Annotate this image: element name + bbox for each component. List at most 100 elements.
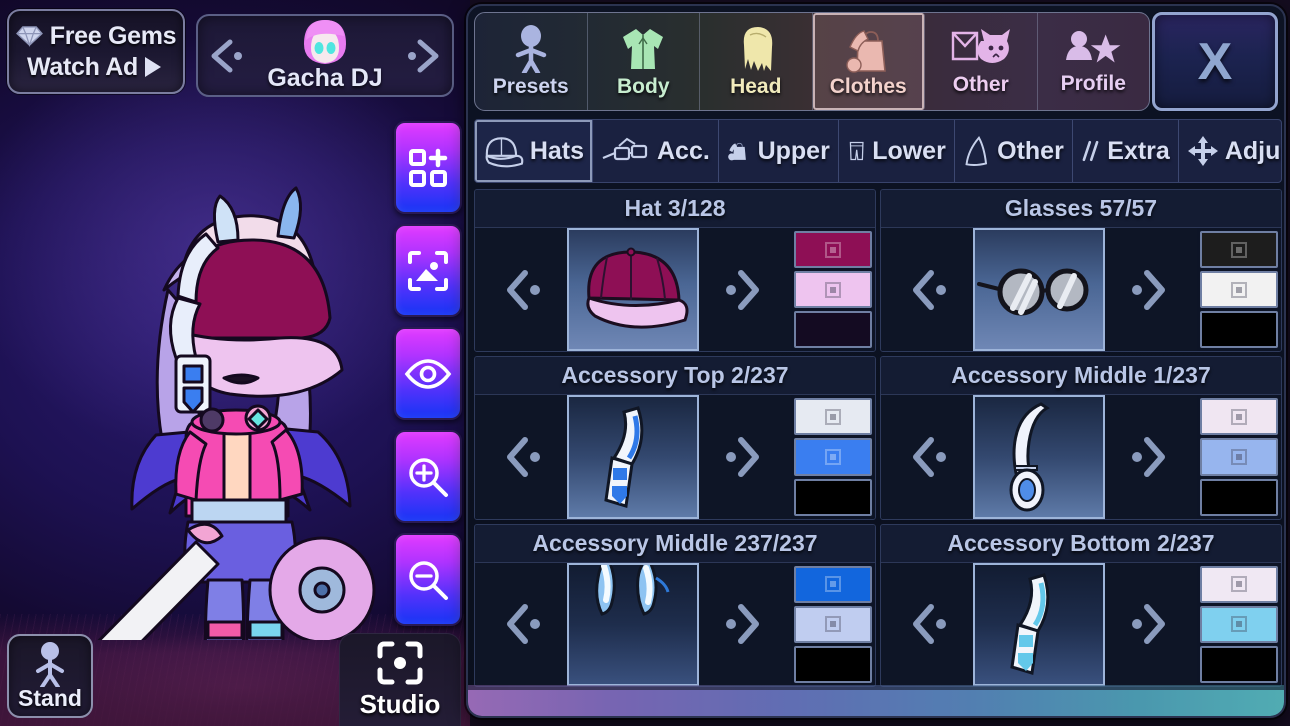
- magnifier-minus-icon: [409, 560, 448, 600]
- chevron-left-icon: [507, 436, 540, 477]
- subtab-lower[interactable]: Lower: [839, 120, 955, 182]
- item-card-title: Glasses 57/57: [1004, 195, 1158, 221]
- add-preset-button[interactable]: [394, 121, 462, 214]
- character-info[interactable]: Gacha DJ: [250, 18, 400, 93]
- figure-icon: [515, 24, 546, 73]
- color-swatch[interactable]: [1200, 271, 1278, 309]
- color-swatch[interactable]: [1200, 311, 1278, 349]
- stand-button[interactable]: Stand: [7, 634, 93, 718]
- studio-label: Studio: [359, 689, 441, 719]
- item-card-title: Accessory Middle 237/237: [532, 529, 818, 556]
- subtab-other[interactable]: Other: [955, 120, 1073, 182]
- color-swatch[interactable]: [1200, 645, 1278, 683]
- subtab-acc[interactable]: Acc.: [593, 120, 719, 182]
- item-preview[interactable]: [567, 395, 699, 519]
- chevron-left-icon: [913, 604, 946, 645]
- subtab-upper[interactable]: Upper: [719, 120, 839, 182]
- free-gems-button[interactable]: Free Gems Watch Ad: [7, 9, 185, 94]
- color-swatch[interactable]: [794, 605, 872, 643]
- next-item-button[interactable]: [699, 395, 791, 519]
- prev-item-button[interactable]: [475, 395, 567, 519]
- color-swatch[interactable]: [1200, 565, 1278, 603]
- color-swatch-column: [791, 228, 875, 352]
- preview-button[interactable]: [394, 327, 462, 420]
- color-swatch[interactable]: [794, 478, 872, 516]
- subtab-extra-label: Extra: [1107, 136, 1170, 165]
- background-button[interactable]: [394, 224, 462, 317]
- color-swatch[interactable]: [794, 311, 872, 349]
- prev-item-button[interactable]: [881, 228, 973, 352]
- close-button[interactable]: X: [1152, 12, 1278, 111]
- tab-clothes[interactable]: Clothes: [812, 13, 925, 110]
- tab-head-label: Head: [730, 74, 782, 98]
- card-title-bar: Accessory Middle 237/237: [475, 524, 875, 563]
- color-swatch[interactable]: [1200, 605, 1278, 643]
- character-preview-scene: Free Gems Watch Ad Gacha DJ Stand Studio: [0, 0, 520, 726]
- prev-item-button[interactable]: [475, 562, 567, 686]
- tab-head[interactable]: Head: [700, 13, 813, 110]
- chevron-left-icon: [913, 269, 946, 310]
- tab-profile[interactable]: Profile: [1038, 13, 1150, 110]
- item-card-title: Hat 3/128: [624, 195, 726, 221]
- color-swatch[interactable]: [794, 438, 872, 476]
- item-grid: Hat 3/128 Glasses 57/57 Accessory Top 2/…: [474, 189, 1282, 687]
- zoom-out-button[interactable]: [394, 533, 462, 626]
- color-swatch[interactable]: [1200, 231, 1278, 269]
- color-swatch[interactable]: [1200, 438, 1278, 476]
- magnifier-plus-icon: [409, 457, 448, 497]
- panel-bottom-accent-bar: [468, 685, 1284, 716]
- subtab-adjust-label: Adjust: [1224, 136, 1281, 165]
- next-item-button[interactable]: [1105, 395, 1197, 519]
- chevron-left-icon: [913, 436, 946, 477]
- subtab-hats-label: Hats: [529, 136, 584, 165]
- next-item-button[interactable]: [1105, 228, 1197, 352]
- diamond-icon: [15, 26, 43, 47]
- subtab-extra[interactable]: Extra: [1073, 120, 1179, 182]
- tool-button-column: [394, 121, 462, 636]
- item-preview[interactable]: [973, 395, 1105, 519]
- chevron-left-icon: [211, 39, 242, 72]
- studio-button[interactable]: Studio: [339, 633, 461, 726]
- tab-body[interactable]: Body: [588, 13, 700, 110]
- chevron-right-icon: [408, 39, 439, 72]
- envelope-cat-icon: [951, 28, 1010, 63]
- color-swatch[interactable]: [1200, 478, 1278, 516]
- prev-item-button[interactable]: [881, 395, 973, 519]
- color-swatch[interactable]: [1200, 398, 1278, 436]
- item-preview[interactable]: [973, 228, 1105, 352]
- prev-item-button[interactable]: [475, 228, 567, 352]
- color-swatch[interactable]: [794, 271, 872, 309]
- hair-icon: [743, 26, 772, 71]
- eye-icon: [404, 358, 452, 389]
- next-character-button[interactable]: [400, 36, 448, 76]
- color-swatch[interactable]: [794, 645, 872, 683]
- item-card-title: Accessory Middle 1/237: [951, 362, 1211, 389]
- next-item-button[interactable]: [699, 562, 791, 686]
- prev-character-button[interactable]: [202, 36, 250, 76]
- item-card-accessory-bottom: Accessory Bottom 2/237: [880, 523, 1282, 687]
- tab-other[interactable]: Other: [925, 13, 1038, 110]
- color-swatch[interactable]: [794, 565, 872, 603]
- play-triangle-icon: [145, 57, 165, 78]
- item-preview[interactable]: [567, 562, 699, 686]
- item-preview[interactable]: [973, 562, 1105, 686]
- next-item-button[interactable]: [1105, 562, 1197, 686]
- card-title-bar: Accessory Top 2/237: [475, 357, 875, 396]
- color-swatch[interactable]: [794, 231, 872, 269]
- subtab-hats[interactable]: Hats: [475, 120, 593, 182]
- prev-item-button[interactable]: [881, 562, 973, 686]
- chevron-right-icon: [726, 436, 759, 477]
- image-frame-icon: [408, 250, 448, 291]
- item-card-title: Accessory Top 2/237: [561, 362, 789, 389]
- character-sprite[interactable]: [72, 170, 402, 640]
- zoom-in-button[interactable]: [394, 430, 462, 523]
- color-swatch[interactable]: [794, 398, 872, 436]
- subtab-adjust[interactable]: Adjust: [1179, 120, 1281, 182]
- card-title-bar: Hat 3/128: [475, 190, 875, 228]
- tab-presets[interactable]: Presets: [475, 13, 588, 110]
- customization-panel: Presets Body Head Clothes Other Profile …: [466, 4, 1286, 718]
- subtab-acc-label: Acc.: [657, 136, 710, 165]
- close-icon: X: [1197, 32, 1233, 91]
- item-preview[interactable]: [567, 228, 699, 352]
- next-item-button[interactable]: [699, 228, 791, 352]
